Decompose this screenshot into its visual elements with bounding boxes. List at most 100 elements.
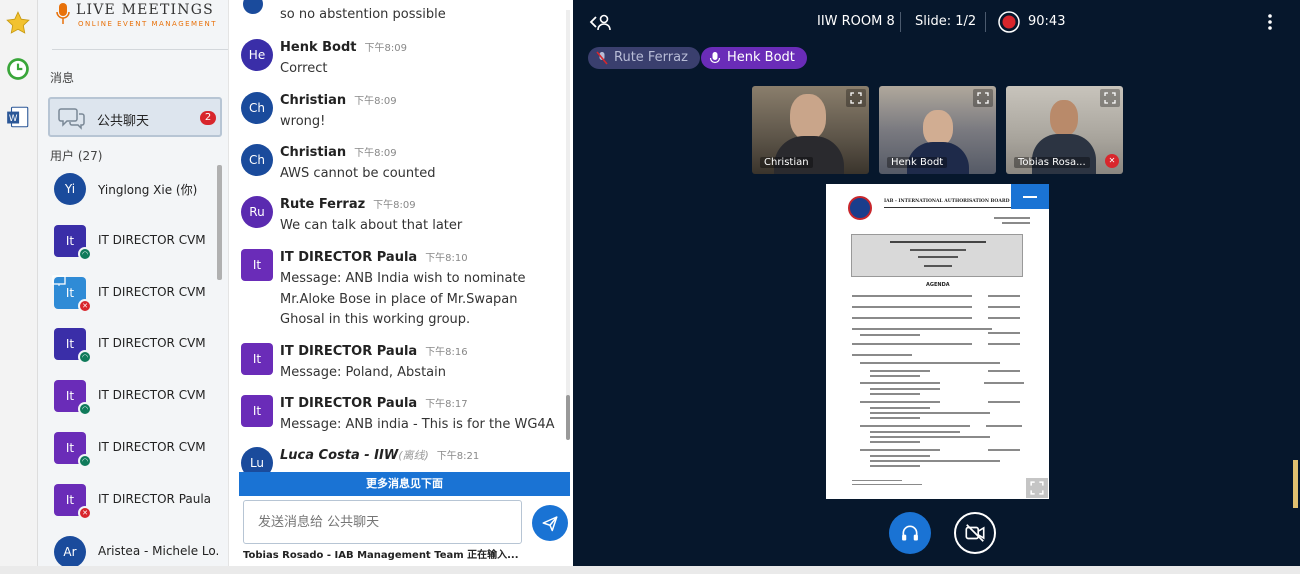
user-name: IT DIRECTOR CVM — [98, 336, 206, 350]
slide-text-line — [988, 343, 1020, 345]
fullscreen-icon[interactable] — [973, 89, 993, 107]
slide-text-line — [910, 249, 966, 251]
public-chat-label: 公共聊天 — [97, 114, 150, 129]
users-header: 用户 (27) — [50, 149, 103, 163]
window-scroll-indicator — [1293, 460, 1298, 508]
fullscreen-icon[interactable] — [846, 89, 866, 107]
slide-title: IAB - INTERNATIONAL AUTHORISATION BOARD — [884, 199, 1010, 204]
slide-text-line — [852, 306, 972, 308]
slide-text-line — [870, 431, 960, 433]
message-text: so no abstention possible — [280, 7, 446, 22]
app-rail: W — [0, 0, 38, 574]
participant-video — [923, 110, 953, 146]
headset-status-icon: ◠ — [78, 402, 92, 416]
message-text: Message: ANB India wish to nominate Mr.A… — [280, 271, 526, 327]
avatar: Ru — [241, 196, 273, 228]
room-name: IIW ROOM 8 — [817, 14, 895, 29]
slide-text-line — [860, 362, 1000, 364]
participant-video — [774, 136, 844, 174]
message-time: 下午8:09 — [373, 200, 416, 211]
user-item[interactable]: It ✕ IT DIRECTOR CVM — [38, 267, 220, 319]
sidebar: LIVE MEETINGS ONLINE EVENT MANAGEMENT 消息… — [38, 0, 260, 574]
slide-text-line — [988, 401, 1020, 403]
share-webcam-button[interactable] — [954, 512, 996, 554]
slide-text-line — [852, 295, 972, 297]
talker-pill[interactable]: Henk Bodt — [701, 47, 807, 69]
slide-text-line — [860, 382, 940, 384]
avatar: Ar — [54, 536, 86, 568]
message-text: Message: Poland, Abstain — [280, 365, 446, 380]
chat-scrollbar-thumb[interactable] — [566, 395, 570, 440]
message-text: Message: ANB india - This is for the WG4… — [280, 417, 555, 432]
video-off-icon — [965, 524, 985, 542]
send-icon — [542, 516, 558, 532]
slide-text-line — [870, 441, 920, 443]
slide-text-line — [870, 417, 920, 419]
recording-timer: 90:43 — [1028, 14, 1066, 29]
message-sender: IT DIRECTOR Paula 下午8:10 — [280, 250, 468, 265]
message-time: 下午8:17 — [425, 399, 468, 410]
slide-text-line — [852, 484, 922, 485]
video-tile[interactable]: Christian — [752, 86, 869, 174]
avatar: Ch — [241, 144, 273, 176]
message-time: 下午8:09 — [354, 148, 397, 159]
brand-name: LIVE MEETINGS — [76, 2, 214, 18]
slide-text-line — [870, 465, 920, 467]
clock-icon[interactable] — [3, 54, 33, 84]
video-tile[interactable]: Henk Bodt — [879, 86, 996, 174]
message-time: 下午8:09 — [364, 43, 407, 54]
avatar — [243, 0, 263, 14]
chat-scrollbar[interactable] — [566, 10, 570, 440]
minimize-presentation-button[interactable] — [1011, 184, 1049, 209]
mic-muted-icon: ✕ — [78, 299, 92, 313]
slide-text-line — [870, 460, 1000, 462]
fullscreen-icon — [1030, 481, 1044, 495]
user-name: Yinglong Xie (你) — [98, 183, 198, 197]
message-sender: IT DIRECTOR Paula 下午8:16 — [280, 344, 468, 359]
user-list-toggle-icon[interactable] — [589, 12, 613, 32]
leave-audio-button[interactable] — [889, 512, 931, 554]
iiw-logo — [848, 196, 872, 220]
user-item[interactable]: It ◠ IT DIRECTOR CVM — [38, 318, 220, 370]
slide-text-line — [860, 425, 970, 427]
mic-muted-icon: ✕ — [1105, 154, 1119, 168]
public-chat-item[interactable]: 公共聊天 2 — [48, 97, 222, 137]
participant-video — [1050, 100, 1078, 136]
slide-text-line — [852, 354, 912, 356]
talker-name: Rute Ferraz — [614, 50, 688, 65]
sidebar-scrollbar[interactable] — [217, 165, 222, 280]
user-item[interactable]: It ◠ IT DIRECTOR CVM — [38, 370, 220, 422]
slide-text-line — [988, 449, 1020, 451]
fullscreen-presentation-button[interactable] — [1026, 478, 1048, 498]
slide-text-line — [918, 256, 958, 258]
user-item[interactable]: It ◠ IT DIRECTOR CVM — [38, 215, 220, 267]
microphone-icon — [56, 3, 70, 24]
slide-text-line — [852, 480, 902, 481]
fullscreen-icon[interactable] — [1100, 89, 1120, 107]
slide-text-line — [986, 425, 1022, 427]
avatar: It — [241, 249, 273, 281]
user-item[interactable]: It ◠ IT DIRECTOR CVM — [38, 422, 220, 474]
svg-text:W: W — [9, 114, 18, 124]
video-name: Tobias Rosa... — [1014, 157, 1090, 168]
word-document-icon[interactable]: W — [3, 102, 33, 132]
more-options-icon[interactable] — [1267, 13, 1273, 31]
more-messages-button[interactable]: 更多消息见下面 — [239, 472, 570, 496]
message-sender: Luca Costa - IIW(离线) 下午8:21 — [280, 448, 480, 463]
chat-message-input[interactable] — [243, 500, 522, 544]
brand-tagline: ONLINE EVENT MANAGEMENT — [78, 20, 218, 28]
message-time: 下午8:09 — [354, 96, 397, 107]
mic-muted-icon: ✕ — [78, 506, 92, 520]
record-icon[interactable] — [998, 11, 1020, 33]
star-icon[interactable] — [3, 8, 33, 38]
user-item[interactable]: Yi Yinglong Xie (你) — [38, 163, 220, 215]
talker-pill[interactable]: Rute Ferraz — [588, 47, 700, 69]
user-item[interactable]: It ✕ IT DIRECTOR Paula — [38, 474, 220, 526]
video-tile[interactable]: Tobias Rosa... ✕ — [1006, 86, 1123, 174]
message-text: AWS cannot be counted — [280, 166, 436, 181]
presenter-icon — [52, 275, 66, 286]
chat-bubbles-icon — [58, 108, 85, 130]
slide-text-line — [852, 328, 992, 330]
send-button[interactable] — [532, 505, 568, 541]
slide-text-line — [988, 332, 1020, 334]
